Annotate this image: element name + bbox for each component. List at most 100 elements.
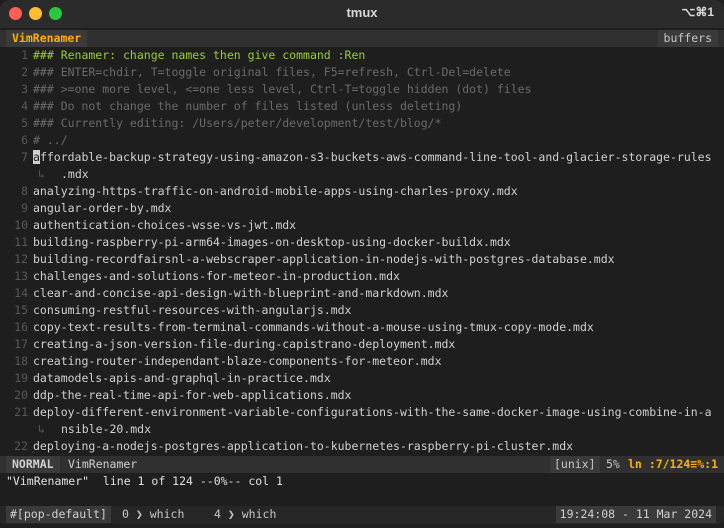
line-number: 18 [14,354,28,368]
line-text: authentication-choices-wsse-vs-jwt.mdx [33,218,297,232]
title-bar[interactable]: tmux ⌥⌘1 [0,0,724,29]
line-number: 17 [14,337,28,351]
line-text: affordable-backup-strategy-using-amazon-… [33,149,712,166]
buffer-line[interactable]: 13 challenges-and-solutions-for-meteor-in… [0,268,724,285]
tmux-clock: 19:24:08 - 11 Mar 2024 [555,506,716,523]
tmux-statusbar: #[pop-default] 0 ❯ which 4 ❯ which 19:24… [0,506,724,524]
buffer-line[interactable]: 1 ### Renamer: change names then give com… [0,47,724,64]
line-text: clear-and-concise-api-design-with-bluepr… [33,286,449,300]
buffer-line[interactable]: 15 consuming-restful-resources-with-angul… [0,302,724,319]
line-text: ### Currently editing: /Users/peter/deve… [33,116,442,130]
window-shortcut: ⌥⌘1 [681,5,714,19]
command-message: "VimRenamer" line 1 of 124 --0%-- col 1 [6,474,283,488]
wrapped-text: nsible-20.mdx [61,422,152,436]
buffer-line[interactable]: 8 analyzing-https-traffic-on-android-mobi… [0,183,724,200]
line-text: deploy-different-environment-variable-co… [33,405,712,419]
line-text: creating-router-independant-blaze-compon… [33,354,442,368]
buffer-line[interactable]: 12 building-recordfairsnl-a-webscraper-ap… [0,251,724,268]
tmux-separator: ❯ [135,507,143,521]
tmux-separator: ❯ [227,507,235,521]
buffer-line[interactable]: 2 ### ENTER=chdir, T=toggle original file… [0,64,724,81]
buffer-line[interactable]: 7 affordable-backup-strategy-using-amazon… [0,149,724,166]
line-number: 12 [14,252,28,266]
line-number: 4 [21,99,28,113]
line-text: ddp-the-real-time-api-for-web-applicatio… [33,388,352,402]
line-number: 14 [14,286,28,300]
vim-buffer[interactable]: 1 ### Renamer: change names then give com… [0,47,724,455]
line-number: 8 [21,184,28,198]
buffer-line[interactable]: 3 ### >=one more level, <=one less level,… [0,81,724,98]
line-number: 1 [21,48,28,62]
line-text: # ../ [33,133,68,147]
line-text: deploying-a-nodejs-postgres-application-… [33,439,574,453]
buffers-label: buffers [657,30,718,47]
buffer-line[interactable]: 20 ddp-the-real-time-api-for-web-applicat… [0,387,724,404]
line-number: 22 [14,439,28,453]
vim-tabline: VimRenamer buffers [0,30,724,47]
window-title: tmux [346,5,378,20]
terminal-content[interactable]: VimRenamer buffers 1 ### Renamer: change … [0,28,724,528]
tmux-window-index: 4 [214,507,221,521]
buffer-line[interactable]: 9 angular-order-by.mdx [0,200,724,217]
tmux-window-name: which [241,507,277,521]
line-number: 11 [14,235,28,249]
line-text: ### Do not change the number of files li… [33,99,463,113]
buffer-line[interactable]: 4 ### Do not change the number of files l… [0,98,724,115]
vim-statusline: NORMAL VimRenamer [unix] 5% ln :7/124≡%:… [0,456,724,473]
line-number: 15 [14,303,28,317]
line-text: ### ENTER=chdir, T=toggle original files… [33,65,511,79]
line-text: challenges-and-solutions-for-meteor-in-p… [33,269,400,283]
wrapped-line: ↳ nsible-20.mdx [0,421,724,438]
line-text-rest: ffordable-backup-strategy-using-amazon-s… [39,150,712,164]
status-filename: VimRenamer [68,457,138,471]
buffer-line[interactable]: 17 creating-a-json-version-file-during-ca… [0,336,724,353]
line-number: 21 [14,405,28,419]
buffer-line[interactable]: 22 deploying-a-nodejs-postgres-applicatio… [0,438,724,455]
line-text: building-recordfairsnl-a-webscraper-appl… [33,252,615,266]
line-text: building-raspberry-pi-arm64-images-on-de… [33,235,511,249]
wrapped-text: .mdx [61,167,89,181]
buffer-line[interactable]: 21 deploy-different-environment-variable-… [0,404,724,421]
text-cursor: a [33,150,40,164]
line-text: creating-a-json-version-file-during-capi… [33,337,456,351]
status-percent: 5% [606,457,620,471]
buffer-line[interactable]: 14 clear-and-concise-api-design-with-blue… [0,285,724,302]
buffer-line[interactable]: 5 ### Currently editing: /Users/peter/dev… [0,115,724,132]
line-text: copy-text-results-from-terminal-commands… [33,320,594,334]
line-number: 10 [14,218,28,232]
tab-vimrenamer[interactable]: VimRenamer [6,30,88,47]
tmux-window-4[interactable]: 4 ❯ which [214,506,276,523]
line-number: 13 [14,269,28,283]
terminal-window: tmux ⌥⌘1 VimRenamer buffers 1 ### Renamer… [0,0,724,528]
line-text: consuming-restful-resources-with-angular… [33,303,352,317]
buffer-line[interactable]: 16 copy-text-results-from-terminal-comman… [0,319,724,336]
line-text: ### >=one more level, <=one less level, … [33,82,532,96]
line-text: angular-order-by.mdx [33,201,172,215]
wrap-icon: ↳ [38,422,45,436]
mode-indicator: NORMAL [6,456,60,473]
wrap-icon: ↳ [38,167,45,181]
line-number: 20 [14,388,28,402]
buffer-line[interactable]: 10 authentication-choices-wsse-vs-jwt.mdx [0,217,724,234]
line-number: 19 [14,371,28,385]
tmux-window-name: which [149,507,185,521]
status-position: ln :7/124≡%:1 [628,457,719,471]
buffer-line[interactable]: 11 building-raspberry-pi-arm64-images-on-… [0,234,724,251]
status-fileformat: [unix] [550,456,600,473]
line-number: 6 [21,133,28,147]
buffer-line[interactable]: 6 # ../ [0,132,724,149]
line-number: 3 [21,82,28,96]
line-number: 5 [21,116,28,130]
buffer-line[interactable]: 19 datamodels-apis-and-graphql-in-practic… [0,370,724,387]
line-number: 7 [21,150,28,164]
line-number: 9 [21,201,28,215]
wrapped-line: ↳ .mdx [0,166,724,183]
line-number: 16 [14,320,28,334]
tmux-session: #[pop-default] [6,506,111,523]
line-number: 2 [21,65,28,79]
buffer-line[interactable]: 18 creating-router-independant-blaze-comp… [0,353,724,370]
line-text: datamodels-apis-and-graphql-in-practice.… [33,371,331,385]
tmux-window-0[interactable]: 0 ❯ which [122,506,184,523]
tmux-window-index: 0 [122,507,129,521]
line-text: analyzing-https-traffic-on-android-mobil… [33,184,518,198]
